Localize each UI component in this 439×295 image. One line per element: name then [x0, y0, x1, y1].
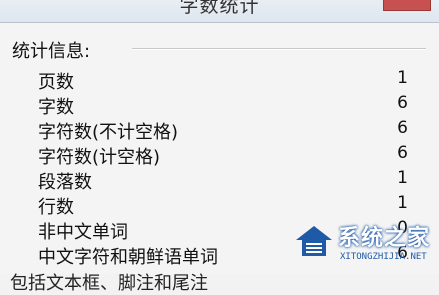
group-divider	[132, 48, 426, 50]
stat-label: 字符数(不计空格)	[38, 122, 179, 143]
stat-value: 6	[397, 118, 408, 138]
stat-label: 行数	[38, 197, 74, 218]
stat-value: 6	[397, 93, 408, 113]
stat-value: 1	[397, 193, 408, 213]
watermark-name: 系统之家	[338, 226, 431, 251]
stat-label: 中文字符和朝鲜语单词	[38, 247, 218, 268]
include-textboxes-checkbox-label[interactable]: 包括文本框、脚注和尾注	[10, 269, 208, 295]
stat-row-words: 字数 6	[38, 93, 408, 118]
title-bar: 字数统计	[0, 0, 439, 23]
close-button[interactable]	[383, 0, 431, 11]
stat-label: 字符数(计空格)	[38, 147, 161, 168]
stat-row-characters-no-spaces: 字符数(不计空格) 6	[38, 118, 408, 143]
stat-label: 字数	[38, 97, 74, 118]
stat-row-paragraphs: 段落数 1	[38, 168, 408, 193]
statistics-group: 统计信息:	[12, 37, 432, 62]
stat-value: 1	[397, 68, 408, 88]
group-title: 统计信息:	[12, 41, 91, 62]
house-logo-icon	[296, 226, 332, 256]
stat-label: 段落数	[38, 172, 92, 193]
watermark-url: XITONGZHIJIA.NET	[340, 252, 427, 262]
window-title: 字数统计	[179, 0, 260, 17]
stat-value: 1	[397, 168, 408, 188]
stat-value: 6	[397, 143, 408, 163]
stat-row-pages: 页数 1	[38, 68, 408, 93]
stat-label: 页数	[38, 72, 74, 93]
watermark: 系统之家 XITONGZHIJIA.NET	[292, 216, 439, 274]
stat-row-lines: 行数 1	[38, 193, 408, 218]
stat-label: 非中文单词	[38, 222, 128, 243]
stat-row-characters-with-spaces: 字符数(计空格) 6	[38, 143, 408, 168]
